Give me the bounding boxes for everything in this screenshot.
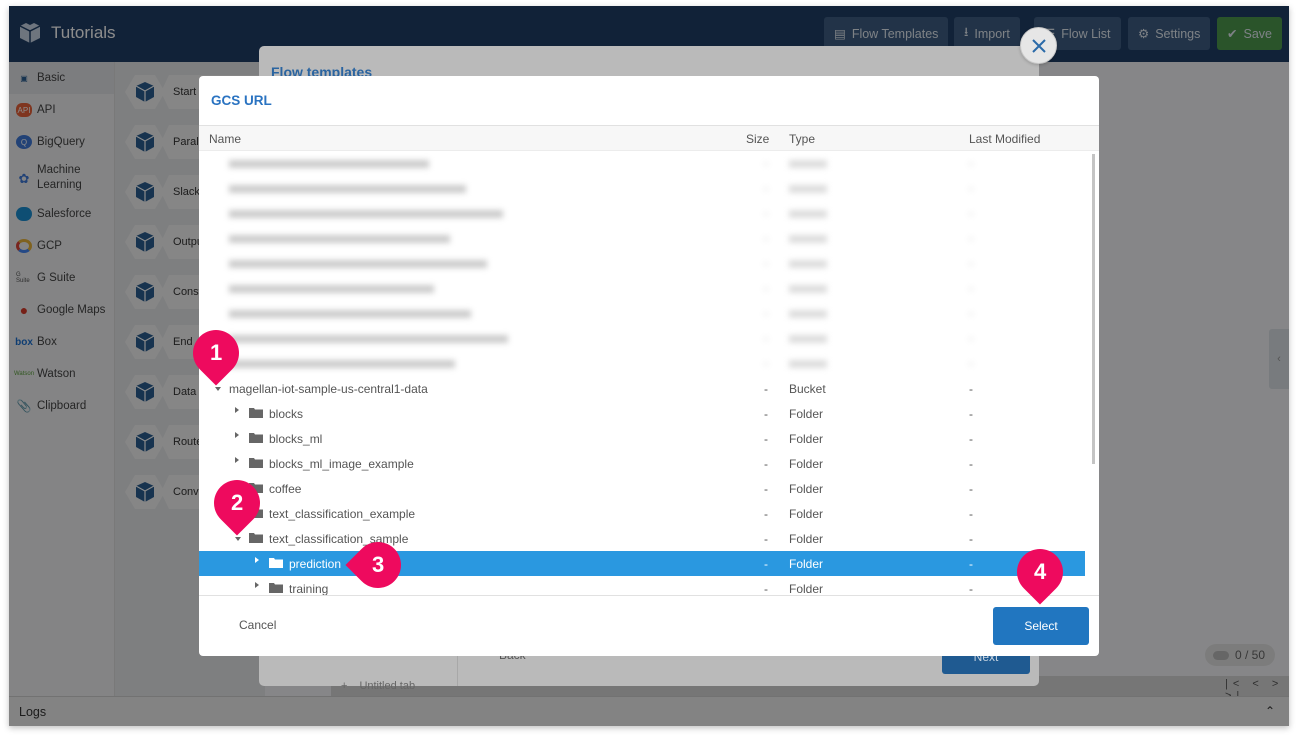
- folder-icon: [249, 432, 263, 443]
- table-row-hidden[interactable]: [199, 276, 1085, 301]
- marker-label: 4: [1033, 559, 1047, 584]
- row-type: Folder: [789, 432, 824, 446]
- row-last-modified: -: [969, 482, 973, 496]
- row-name: prediction: [289, 557, 342, 571]
- row-name: training: [289, 582, 329, 596]
- row-name: magellan-iot-sample-us-central1-data: [229, 382, 428, 396]
- row-type: Bucket: [789, 382, 826, 396]
- caret-down-icon[interactable]: [235, 537, 241, 541]
- row-last-modified: -: [969, 532, 973, 546]
- marker-label: 1: [209, 340, 223, 365]
- tab-label: Untitled tab: [359, 680, 416, 692]
- table-header: Name Size Type Last Modified: [199, 126, 1099, 151]
- row-size: -: [764, 482, 768, 496]
- row-name: blocks_ml: [269, 432, 323, 446]
- table-row-hidden[interactable]: [199, 176, 1085, 201]
- caret-right-icon[interactable]: [235, 407, 239, 413]
- row-last-modified: -: [969, 557, 973, 571]
- row-size: -: [764, 407, 768, 421]
- scrollbar[interactable]: [1092, 154, 1095, 464]
- row-type: Folder: [789, 482, 824, 496]
- row-name: blocks_ml_image_example: [269, 457, 414, 471]
- table-row-hidden[interactable]: [199, 151, 1085, 176]
- row-size: -: [764, 457, 768, 471]
- caret-right-icon[interactable]: [255, 582, 259, 588]
- folder-icon: [269, 582, 283, 593]
- row-size: -: [764, 507, 768, 521]
- table-row-hidden[interactable]: [199, 301, 1085, 326]
- add-tab-icon[interactable]: +: [341, 680, 347, 692]
- dialog-title: GCS URL: [199, 76, 1099, 126]
- table-row-hidden[interactable]: [199, 201, 1085, 226]
- table-row[interactable]: coffee - Folder -: [199, 476, 1085, 501]
- table-row[interactable]: blocks_ml - Folder -: [199, 426, 1085, 451]
- row-type: Folder: [789, 557, 824, 571]
- file-tree-table: magellan-iot-sample-us-central1-data - Buc…: [199, 151, 1099, 596]
- row-type: Folder: [789, 582, 824, 596]
- table-row-hidden[interactable]: [199, 351, 1085, 376]
- row-name: text_classification_example: [269, 507, 416, 521]
- column-header-last-modified[interactable]: Last Modified: [969, 132, 1040, 146]
- row-size: -: [764, 557, 768, 571]
- caret-right-icon[interactable]: [235, 432, 239, 438]
- table-row[interactable]: blocks_ml_image_example - Folder -: [199, 451, 1085, 476]
- caret-right-icon[interactable]: [255, 557, 259, 563]
- gcs-url-dialog: GCS URL Name Size Type Last Modified mag…: [199, 76, 1099, 656]
- table-row[interactable]: text_classification_example - Folder -: [199, 501, 1085, 526]
- row-type: Folder: [789, 407, 824, 421]
- select-button[interactable]: Select: [993, 607, 1089, 645]
- table-row[interactable]: magellan-iot-sample-us-central1-data - Buc…: [199, 376, 1085, 401]
- close-icon: [1031, 38, 1046, 53]
- table-row-hidden[interactable]: [199, 226, 1085, 251]
- row-last-modified: -: [969, 382, 973, 396]
- row-type: Folder: [789, 532, 824, 546]
- row-last-modified: -: [969, 507, 973, 521]
- caret-right-icon[interactable]: [235, 457, 239, 463]
- row-size: -: [764, 382, 768, 396]
- column-header-size[interactable]: Size: [746, 132, 769, 146]
- table-row[interactable]: training - Folder -: [199, 576, 1085, 596]
- row-name: blocks: [269, 407, 304, 421]
- table-row[interactable]: text_classification_sample - Folder -: [199, 526, 1085, 551]
- table-row-hidden[interactable]: [199, 251, 1085, 276]
- folder-icon: [249, 407, 263, 418]
- row-type: Folder: [789, 457, 824, 471]
- row-type: Folder: [789, 507, 824, 521]
- row-last-modified: -: [969, 582, 973, 596]
- folder-icon: [249, 457, 263, 468]
- row-size: -: [764, 432, 768, 446]
- column-header-type[interactable]: Type: [789, 132, 815, 146]
- table-row-hidden[interactable]: [199, 326, 1085, 351]
- row-last-modified: -: [969, 432, 973, 446]
- row-name: coffee: [269, 482, 302, 496]
- folder-icon: [249, 532, 263, 543]
- table-row[interactable]: blocks - Folder -: [199, 401, 1085, 426]
- marker-label: 2: [230, 490, 244, 515]
- close-modal-button[interactable]: [1020, 27, 1057, 64]
- row-last-modified: -: [969, 407, 973, 421]
- table-row[interactable]: prediction - Folder -: [199, 551, 1085, 576]
- cancel-button[interactable]: Cancel: [239, 618, 276, 632]
- column-header-name[interactable]: Name: [209, 132, 241, 146]
- flow-tab[interactable]: + Untitled tab: [331, 676, 451, 696]
- row-size: -: [764, 532, 768, 546]
- caret-down-icon[interactable]: [215, 387, 221, 391]
- row-last-modified: -: [969, 457, 973, 471]
- marker-label: 3: [371, 552, 385, 577]
- folder-icon: [269, 557, 283, 568]
- row-size: -: [764, 582, 768, 596]
- app-window: Tutorials ▤Flow Templates ⭳Import ☰Flow …: [9, 6, 1289, 726]
